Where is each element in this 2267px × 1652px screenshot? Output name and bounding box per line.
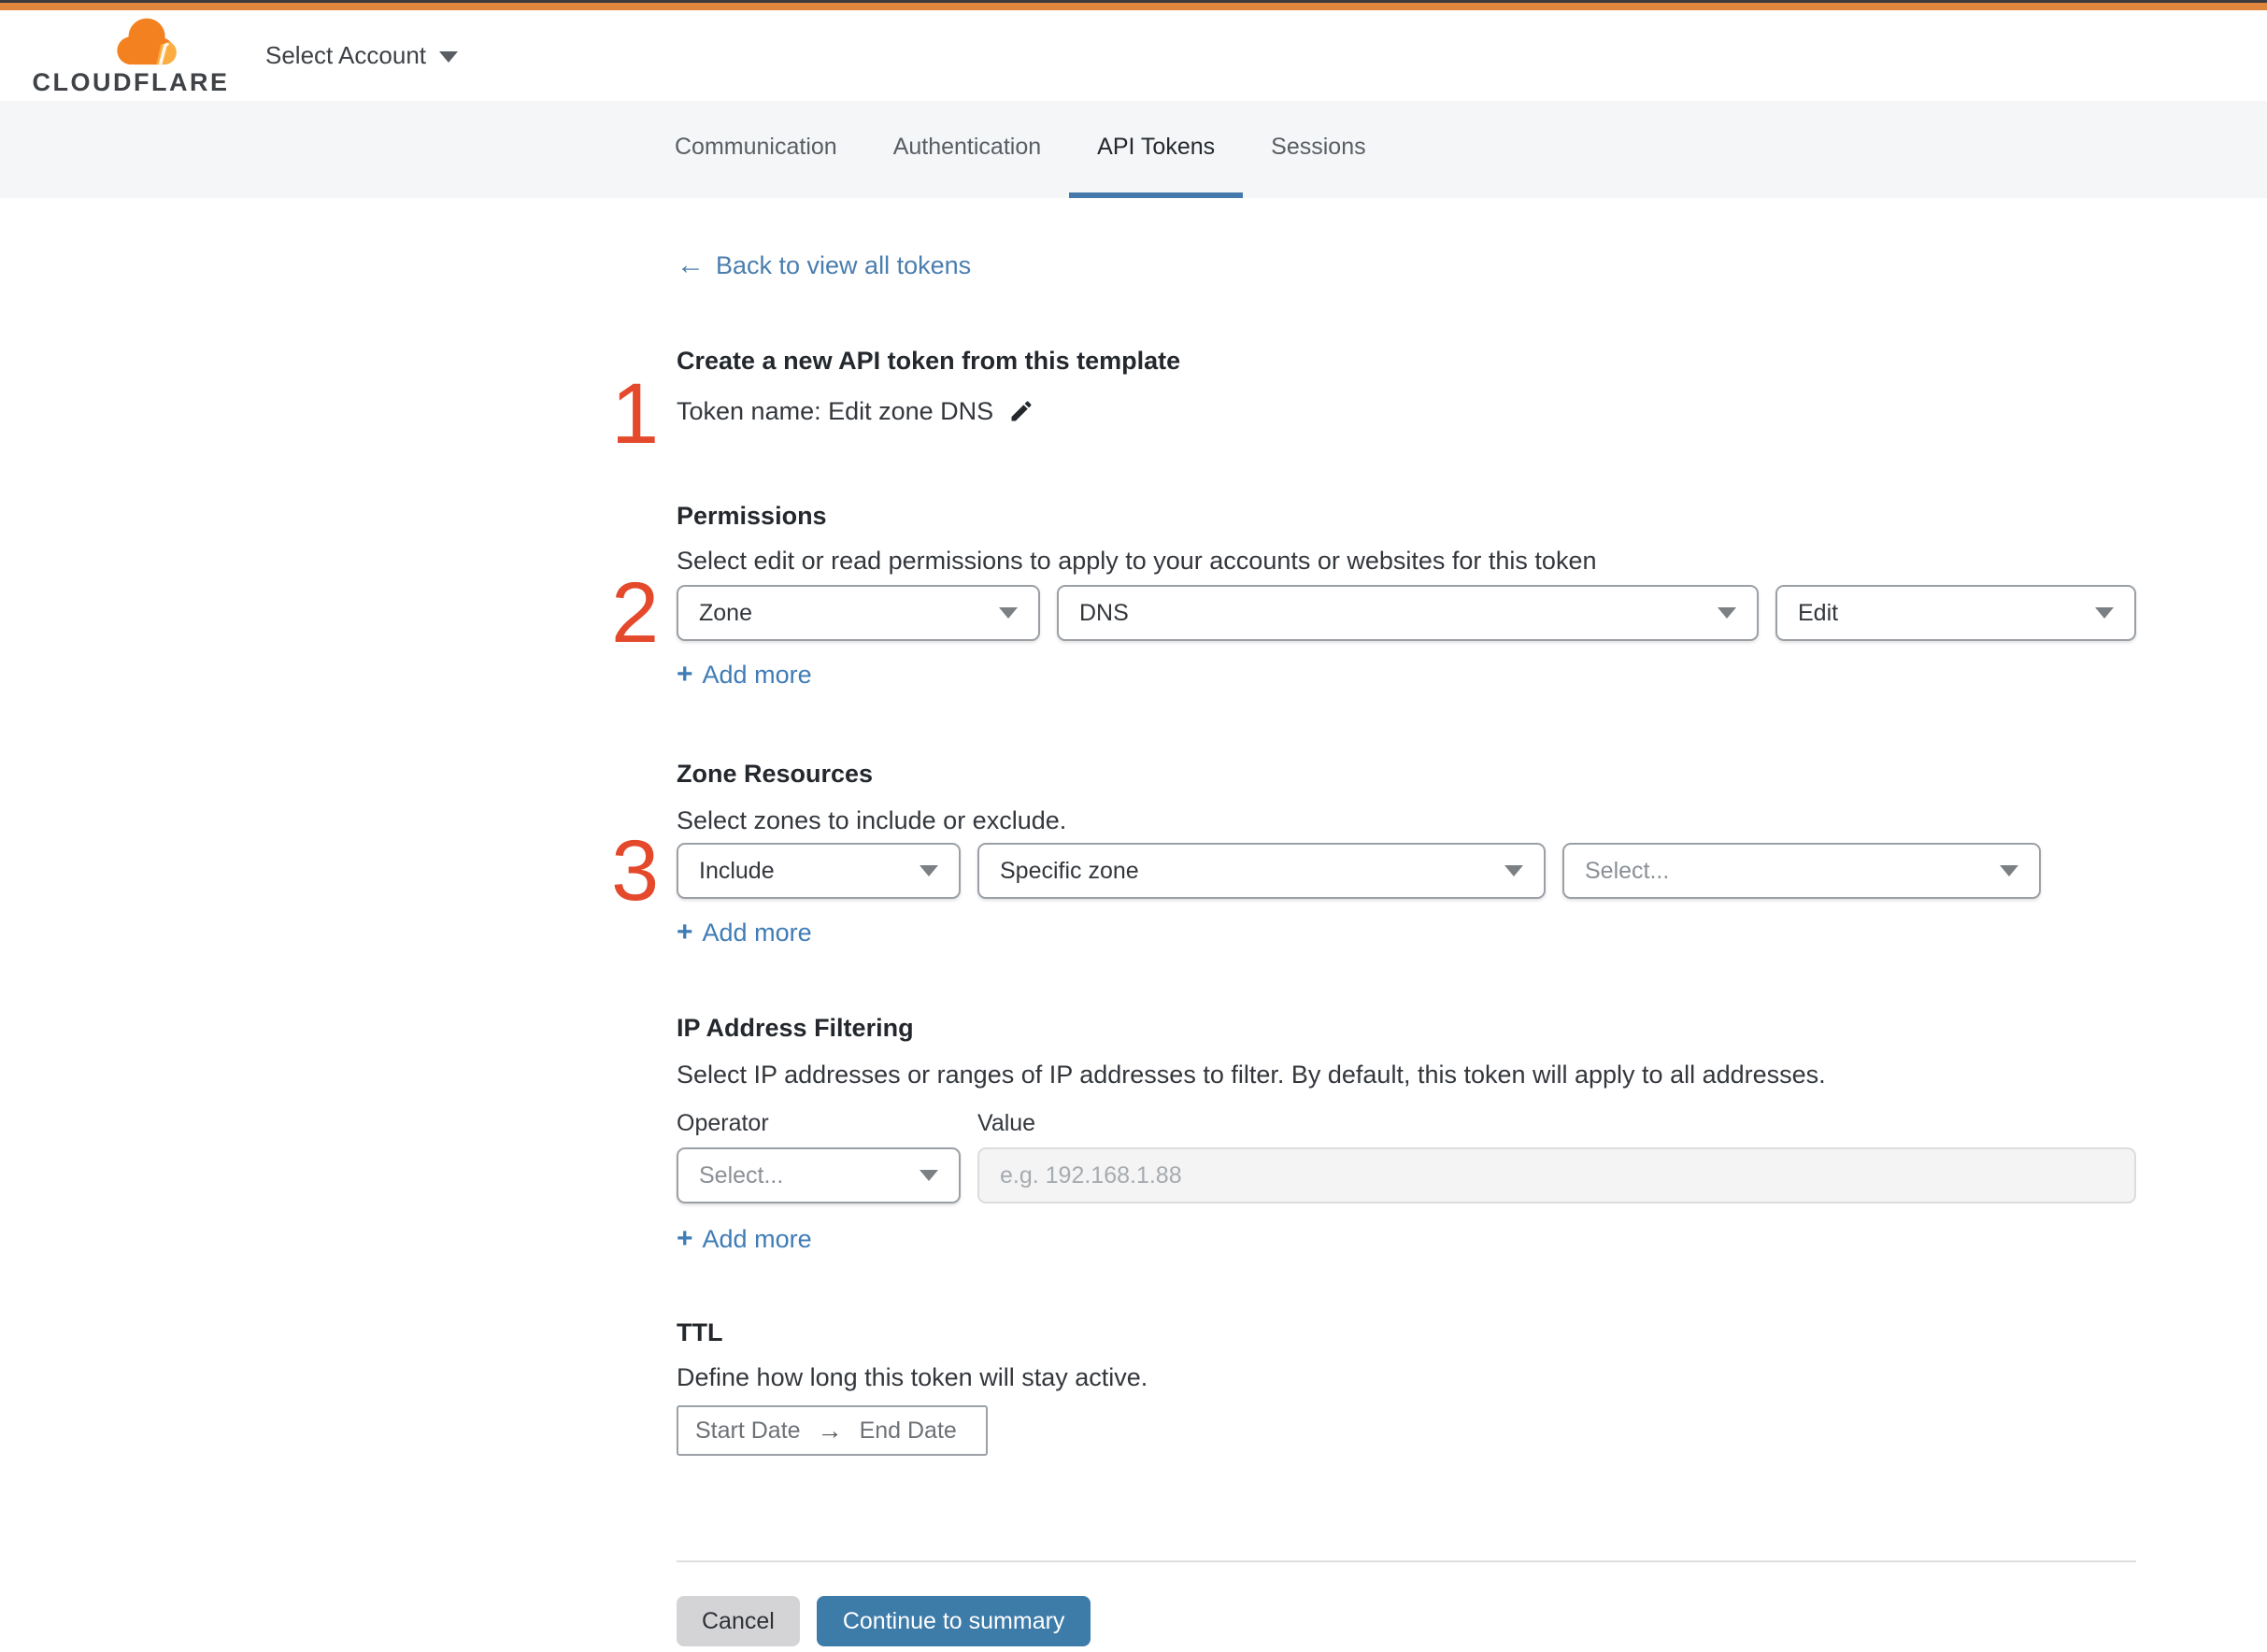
permission-resource-select[interactable]: DNS bbox=[1057, 585, 1759, 641]
tab-sessions[interactable]: Sessions bbox=[1243, 101, 1393, 198]
ip-filtering-add-more-link[interactable]: + Add more bbox=[677, 1222, 812, 1256]
ip-operator-select[interactable]: Select... bbox=[677, 1147, 961, 1203]
cloudflare-logo[interactable]: CLOUDFLARE bbox=[33, 14, 227, 97]
back-arrow-icon: ← bbox=[677, 249, 705, 280]
step-number-1: 1 bbox=[611, 366, 660, 462]
zone-type-select[interactable]: Specific zone bbox=[977, 843, 1546, 899]
permission-scope-select[interactable]: Zone bbox=[677, 585, 1040, 641]
page: CLOUDFLARE Select Account Communication … bbox=[0, 0, 2267, 1652]
ip-filtering-description: Select IP addresses or ranges of IP addr… bbox=[677, 1061, 1826, 1089]
zone-type-value: Specific zone bbox=[1000, 857, 1139, 884]
ip-filtering-row: Select... bbox=[677, 1147, 2136, 1203]
permissions-description: Select edit or read permissions to apply… bbox=[677, 547, 1597, 575]
permission-access-value: Edit bbox=[1798, 599, 1839, 626]
footer-actions: Cancel Continue to summary bbox=[677, 1596, 2136, 1646]
footer-divider bbox=[677, 1560, 2136, 1562]
arrow-right-icon: → bbox=[817, 1416, 843, 1445]
caret-down-icon bbox=[920, 865, 938, 876]
caret-down-icon bbox=[2095, 607, 2114, 619]
ip-filtering-labels: Operator Value bbox=[677, 1108, 2136, 1138]
zone-resources-heading: Zone Resources bbox=[677, 760, 874, 788]
zone-mode-value: Include bbox=[699, 857, 775, 884]
zone-mode-select[interactable]: Include bbox=[677, 843, 961, 899]
ip-filtering-heading: IP Address Filtering bbox=[677, 1014, 914, 1042]
token-name-row: 1 Token name: Edit zone DNS bbox=[611, 371, 2136, 457]
page-title: Create a new API token from this templat… bbox=[677, 347, 1181, 375]
account-selector[interactable]: Select Account bbox=[265, 41, 458, 70]
cancel-button[interactable]: Cancel bbox=[677, 1596, 800, 1646]
start-date-placeholder: Start Date bbox=[695, 1417, 801, 1444]
permissions-add-more-link[interactable]: + Add more bbox=[677, 658, 812, 691]
permissions-row: 2 Zone DNS Edit bbox=[611, 570, 2136, 656]
cloudflare-wordmark: CLOUDFLARE bbox=[32, 68, 230, 96]
caret-down-icon bbox=[1718, 607, 1736, 619]
add-more-label: Add more bbox=[702, 661, 812, 689]
permission-resource-value: DNS bbox=[1079, 599, 1129, 626]
permissions-heading: Permissions bbox=[677, 502, 827, 530]
tab-authentication[interactable]: Authentication bbox=[865, 101, 1069, 198]
caret-down-icon bbox=[999, 607, 1018, 619]
end-date-placeholder: End Date bbox=[859, 1417, 957, 1444]
ttl-date-range-picker[interactable]: Start Date → End Date bbox=[677, 1405, 988, 1456]
account-selector-label: Select Account bbox=[265, 41, 426, 69]
token-template-form: ← Back to view all tokens Create a new A… bbox=[611, 198, 2136, 1646]
plus-icon: + bbox=[677, 1223, 693, 1254]
back-link-label: Back to view all tokens bbox=[716, 251, 972, 279]
add-more-label: Add more bbox=[702, 919, 812, 947]
edit-pencil-icon[interactable] bbox=[1008, 398, 1034, 424]
plus-icon: + bbox=[677, 659, 693, 690]
caret-down-icon bbox=[920, 1170, 938, 1181]
step-number-3: 3 bbox=[611, 823, 660, 919]
tab-api-tokens[interactable]: API Tokens bbox=[1069, 101, 1244, 198]
zone-picker-select[interactable]: Select... bbox=[1562, 843, 2041, 899]
ip-value-input[interactable] bbox=[977, 1147, 2136, 1203]
back-to-tokens-link[interactable]: ← Back to view all tokens bbox=[677, 249, 971, 282]
header: CLOUDFLARE Select Account bbox=[0, 10, 2267, 101]
token-name-text: Token name: Edit zone DNS bbox=[677, 397, 994, 425]
caret-down-icon bbox=[1504, 865, 1523, 876]
tab-communication[interactable]: Communication bbox=[647, 101, 865, 198]
brand-accent-bar bbox=[0, 3, 2267, 10]
step-number-2: 2 bbox=[611, 565, 660, 661]
profile-tabbar: Communication Authentication API Tokens … bbox=[0, 101, 2267, 198]
zone-resources-row: 3 Include Specific zone Select... bbox=[611, 828, 2136, 914]
zone-resources-description: Select zones to include or exclude. bbox=[677, 806, 1067, 834]
cloudflare-cloud-icon bbox=[116, 18, 177, 65]
operator-label: Operator bbox=[677, 1110, 769, 1136]
permission-access-select[interactable]: Edit bbox=[1775, 585, 2136, 641]
caret-down-icon bbox=[2000, 865, 2018, 876]
ttl-heading: TTL bbox=[677, 1318, 723, 1346]
plus-icon: + bbox=[677, 917, 693, 947]
ttl-description: Define how long this token will stay act… bbox=[677, 1363, 1148, 1391]
permission-scope-value: Zone bbox=[699, 599, 752, 626]
continue-to-summary-button[interactable]: Continue to summary bbox=[816, 1596, 1091, 1646]
chevron-down-icon bbox=[439, 51, 458, 63]
add-more-label: Add more bbox=[702, 1225, 812, 1253]
zone-picker-placeholder: Select... bbox=[1585, 857, 1670, 884]
value-label: Value bbox=[977, 1110, 1036, 1136]
zone-resources-add-more-link[interactable]: + Add more bbox=[677, 916, 812, 949]
ip-operator-placeholder: Select... bbox=[699, 1161, 784, 1189]
